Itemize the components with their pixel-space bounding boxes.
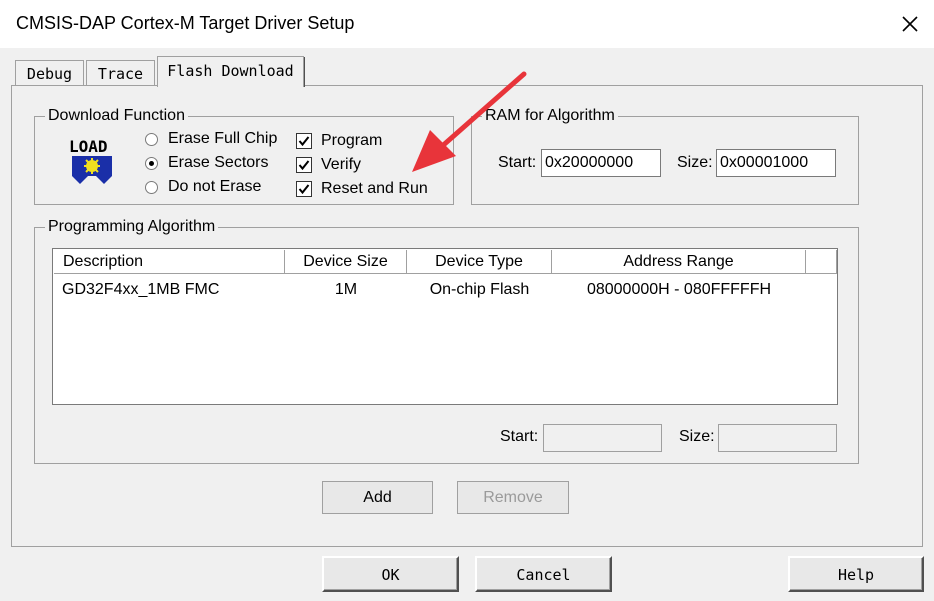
erase-full-chip-label: Erase Full Chip xyxy=(168,130,278,147)
erase-sectors-label: Erase Sectors xyxy=(168,154,269,171)
table-row[interactable]: GD32F4xx_1MB FMC 1M On-chip Flash 080000… xyxy=(54,276,836,300)
verify-label: Verify xyxy=(321,156,362,173)
cell-description: GD32F4xx_1MB FMC xyxy=(62,281,220,298)
reset-and-run-checkbox[interactable] xyxy=(296,181,312,197)
programming-algorithm-legend: Programming Algorithm xyxy=(45,218,219,236)
add-button[interactable]: Add xyxy=(322,481,433,514)
cell-device-size: 1M xyxy=(334,281,358,298)
algorithm-list[interactable]: Description Device Size Device Type Addr… xyxy=(52,248,838,405)
close-icon[interactable] xyxy=(896,10,924,38)
cell-device-type: On-chip Flash xyxy=(429,281,530,298)
program-checkbox[interactable] xyxy=(296,133,312,149)
erase-full-chip-radio[interactable] xyxy=(145,133,158,146)
verify-checkbox[interactable] xyxy=(296,157,312,173)
do-not-erase-label: Do not Erase xyxy=(168,178,262,195)
ram-start-input[interactable]: 0x20000000 xyxy=(541,149,661,177)
column-header-device-type[interactable]: Device Type xyxy=(407,250,552,274)
svg-text:LOAD: LOAD xyxy=(69,137,108,156)
help-button[interactable]: Help xyxy=(788,556,924,592)
reset-and-run-label: Reset and Run xyxy=(321,180,428,197)
ram-size-input[interactable]: 0x00001000 xyxy=(716,149,836,177)
algorithm-start-label: Start: xyxy=(500,428,539,445)
algorithm-start-input[interactable] xyxy=(543,424,662,452)
column-header-description[interactable]: Description xyxy=(54,250,285,274)
cell-address-range: 08000000H - 080FFFFFH xyxy=(586,281,772,298)
column-header-address-range[interactable]: Address Range xyxy=(552,250,806,274)
window-title: CMSIS-DAP Cortex-M Target Driver Setup xyxy=(16,13,355,33)
algorithm-size-input[interactable] xyxy=(718,424,837,452)
erase-sectors-radio[interactable] xyxy=(145,157,158,170)
tab-trace[interactable]: Trace xyxy=(86,60,155,86)
column-header-device-size[interactable]: Device Size xyxy=(285,250,407,274)
tab-debug[interactable]: Debug xyxy=(15,60,84,86)
program-label: Program xyxy=(321,132,383,149)
annotation-arrow-icon xyxy=(400,68,532,180)
download-function-legend: Download Function xyxy=(45,107,188,125)
ok-button[interactable]: OK xyxy=(322,556,459,592)
ram-size-label: Size: xyxy=(677,154,713,171)
remove-button[interactable]: Remove xyxy=(457,481,569,514)
do-not-erase-radio[interactable] xyxy=(145,181,158,194)
load-icon: LOAD xyxy=(68,136,116,186)
tab-flash-download[interactable]: Flash Download xyxy=(157,56,305,87)
algorithm-size-label: Size: xyxy=(679,428,715,445)
cancel-button[interactable]: Cancel xyxy=(475,556,612,592)
column-header-filler xyxy=(806,250,837,274)
